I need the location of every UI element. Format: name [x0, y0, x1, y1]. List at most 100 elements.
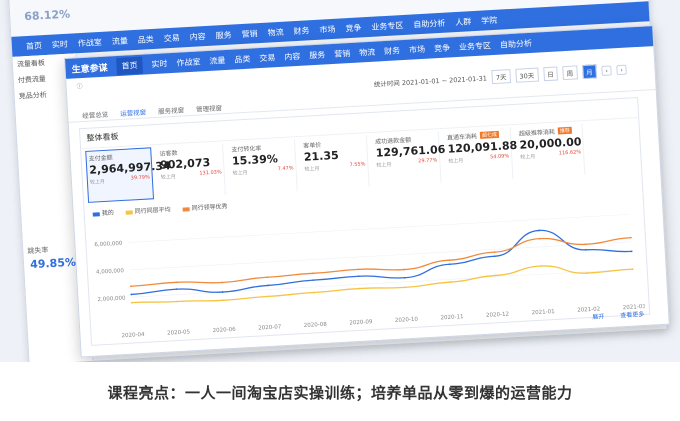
- date-segment[interactable]: 7天: [491, 69, 511, 85]
- nav-item-1[interactable]: 实时: [151, 58, 168, 70]
- date-segment[interactable]: 30天: [515, 67, 539, 83]
- x-tick-label: 2020-09: [349, 319, 373, 326]
- gridline: [129, 241, 632, 271]
- background-nav-item[interactable]: 内容: [189, 31, 206, 43]
- background-nav-item[interactable]: 首页: [26, 40, 43, 52]
- x-tick-label: 2020-05: [167, 329, 191, 336]
- date-segment[interactable]: 月: [581, 64, 597, 80]
- background-nav-item[interactable]: 竞争: [345, 22, 362, 34]
- footer-more-link[interactable]: 查看更多: [620, 309, 644, 319]
- legend-item[interactable]: 我的: [92, 207, 114, 218]
- kpi-label: 客单价: [303, 141, 322, 150]
- x-tick-label: 2020-07: [258, 324, 282, 331]
- kpi-card[interactable]: 支付金额 2,964,997.34 较上月 39.79%: [85, 147, 171, 203]
- kpi-card[interactable]: 支付转化率 15.39% 较上月 7.47%: [228, 139, 298, 195]
- background-nav-item[interactable]: 学院: [481, 14, 498, 26]
- tab-item[interactable]: 经营总览: [82, 108, 108, 119]
- background-nav-item[interactable]: 人群: [455, 16, 472, 28]
- screenshot-stage: 68.12% 首页 实时 作战室 流量 品类 交易 内容 服务 营销 物流 财务 市场 竞争 业务专区 自助…: [0, 0, 680, 362]
- brand-logo[interactable]: 生意参谋: [71, 60, 108, 75]
- gridline: [128, 214, 630, 243]
- background-nav-item[interactable]: 实时: [52, 38, 69, 50]
- nav-item-5[interactable]: 交易: [259, 52, 276, 64]
- tab-item[interactable]: 运营视窗: [120, 106, 146, 117]
- kpi-label: 支付转化率: [231, 145, 262, 154]
- overview-panel: 整体看板 支付金额 2,964,997.34 较上月 39.79% 访客数 902,073…: [78, 97, 651, 346]
- background-nav-item[interactable]: 作战室: [78, 36, 103, 48]
- x-tick-label: 2020-11: [440, 314, 463, 321]
- course-caption: 课程亮点：一人一间淘宝店实操训练；培养单品从零到爆的运营能力: [107, 383, 573, 402]
- kpi-rate: 7.47%: [277, 165, 294, 173]
- background-nav-item[interactable]: 财务: [293, 25, 310, 37]
- info-icon: ⓘ: [76, 82, 83, 90]
- kpi-label: 直通车消耗: [446, 133, 478, 142]
- tab-item[interactable]: 管理视窗: [196, 102, 222, 113]
- series-line-0: [131, 229, 632, 296]
- kpi-rate: 29.77%: [418, 157, 438, 165]
- legend-swatch: [92, 211, 100, 217]
- background-nav-item[interactable]: 交易: [163, 32, 180, 44]
- kpi-card[interactable]: 客单价 21.35 较上月 7.55%: [300, 135, 370, 191]
- kpi-badge: 推荐: [557, 126, 573, 135]
- background-nav-item[interactable]: 自助分析: [413, 17, 446, 30]
- kpi-card[interactable]: 成功退款金额 129,761.06 较上月 29.77%: [372, 131, 446, 187]
- x-tick-label: 2021-01: [532, 309, 555, 316]
- x-tick-label: 2020-10: [395, 317, 419, 324]
- legend-swatch: [182, 206, 190, 212]
- background-nav-item[interactable]: 流量: [111, 35, 128, 47]
- kpi-rate: 39.79%: [130, 174, 150, 182]
- series-line-2: [130, 237, 631, 287]
- nav-item-7[interactable]: 服务: [309, 49, 326, 61]
- nav-item-11[interactable]: 市场: [409, 43, 426, 55]
- legend-swatch: [125, 209, 133, 215]
- background-nav-item[interactable]: 服务: [215, 29, 232, 41]
- kpi-card[interactable]: 超级推荐消耗 推荐 20,000.00 较上月 116.62%: [516, 123, 586, 179]
- kpi-label: 支付金额: [88, 154, 113, 163]
- kpi-badge: 超七成: [479, 130, 500, 139]
- background-stat-value: 49.85%: [29, 255, 77, 272]
- background-stat-label: 跳失率: [27, 246, 49, 256]
- main-window: 生意参谋 首页 实时 作战室 流量 品类 交易 内容 服务 营销 物流 财务 市场 竞争 业务专区 自助分析…: [64, 25, 670, 358]
- nav-item-3[interactable]: 流量: [209, 55, 226, 67]
- kpi-card[interactable]: 访客数 902,073 较上月 131.03%: [157, 143, 226, 199]
- nav-item-4[interactable]: 品类: [234, 53, 251, 65]
- x-tick-label: 2020-12: [486, 312, 509, 319]
- date-segment[interactable]: 日: [542, 66, 559, 82]
- chevron-right-icon[interactable]: ›: [616, 64, 627, 76]
- y-tick-label: 4,000,000: [96, 268, 125, 276]
- background-nav-item[interactable]: 市场: [319, 23, 336, 35]
- legend-label: 同行同层平均: [134, 206, 171, 216]
- background-nav-item[interactable]: 品类: [137, 33, 154, 45]
- kpi-rate: 116.62%: [558, 149, 582, 157]
- nav-item-9[interactable]: 物流: [359, 46, 376, 58]
- legend-item[interactable]: 同行同层平均: [125, 204, 171, 216]
- kpi-rate: 131.03%: [199, 169, 222, 177]
- footer-expand[interactable]: 展开: [592, 311, 604, 321]
- nav-item-6[interactable]: 内容: [284, 50, 301, 62]
- legend-item[interactable]: 同行领导优秀: [182, 201, 228, 213]
- nav-item-0[interactable]: 首页: [116, 56, 143, 75]
- nav-item-12[interactable]: 竞争: [434, 42, 451, 54]
- nav-item-14[interactable]: 自助分析: [500, 37, 533, 50]
- kpi-label: 访客数: [159, 149, 178, 158]
- nav-item-10[interactable]: 财务: [384, 45, 401, 57]
- tab-item[interactable]: 服务视窗: [158, 104, 184, 115]
- x-tick-label: 2020-04: [121, 332, 145, 339]
- nav-item-2[interactable]: 作战室: [176, 56, 201, 68]
- background-nav-item[interactable]: 物流: [267, 26, 284, 38]
- x-tick-label: 2020-06: [213, 327, 237, 334]
- nav-item-8[interactable]: 营销: [334, 48, 351, 60]
- background-top-stat: 68.12%: [23, 7, 71, 24]
- legend-label: 我的: [101, 209, 114, 218]
- background-nav-item[interactable]: 业务专区: [371, 19, 404, 32]
- nav-item-13[interactable]: 业务专区: [459, 40, 492, 53]
- x-tick-label: 2020-08: [304, 322, 328, 329]
- background-nav-item[interactable]: 营销: [241, 28, 258, 40]
- chevron-left-icon[interactable]: ‹: [601, 65, 612, 77]
- y-tick-label: 2,000,000: [97, 295, 126, 303]
- kpi-card[interactable]: 直通车消耗 超七成 120,091.88 较上月 54.09%: [444, 127, 518, 183]
- y-tick-label: 6,000,000: [94, 241, 123, 249]
- date-segment[interactable]: 周: [562, 65, 578, 81]
- legend-label: 同行领导优秀: [191, 203, 228, 213]
- kpi-rate: 7.55%: [349, 161, 366, 169]
